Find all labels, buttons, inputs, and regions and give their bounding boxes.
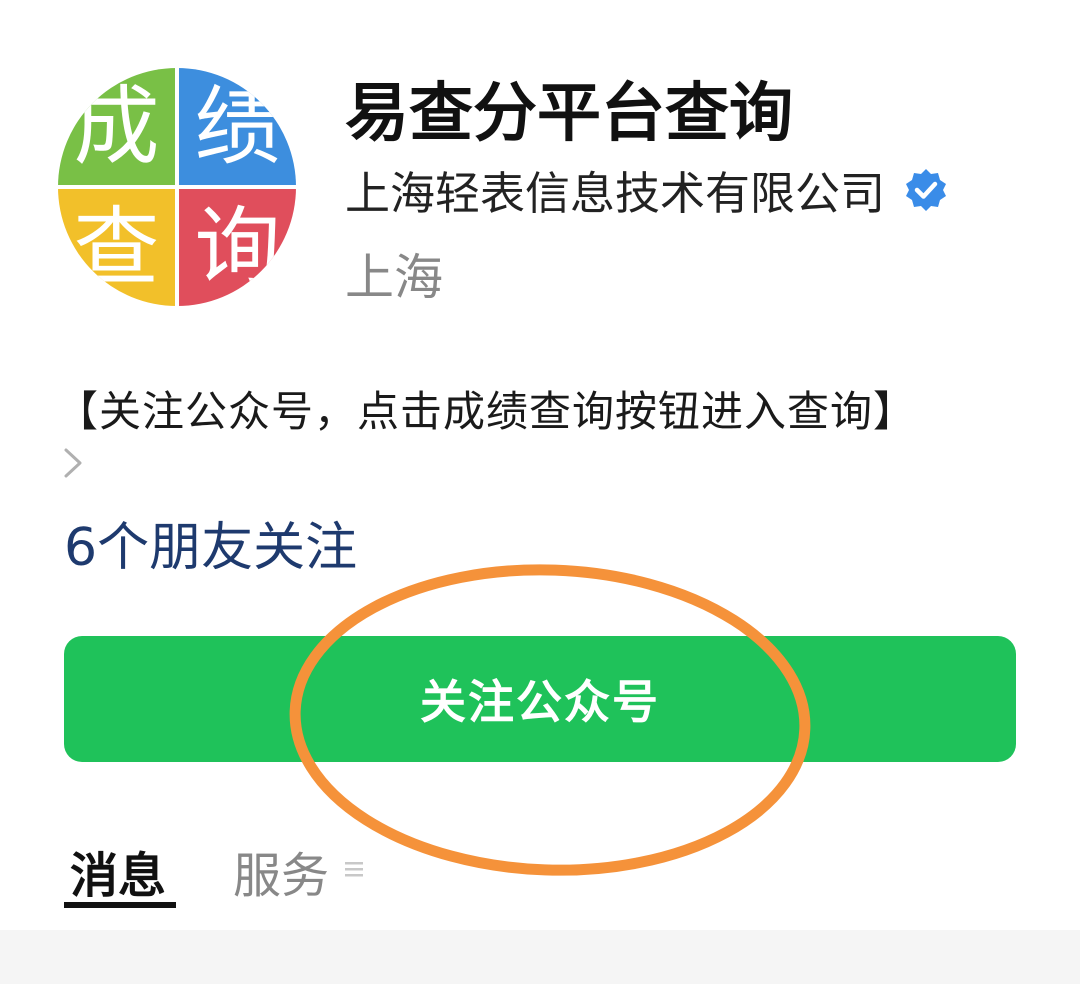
logo-char-2: 绩 (179, 68, 296, 185)
message-area (0, 930, 1080, 984)
active-tab-indicator (64, 902, 176, 908)
logo-char-1: 成 (58, 68, 175, 185)
chevron-right-icon[interactable] (60, 446, 86, 480)
menu-icon[interactable] (343, 858, 365, 880)
friends-following[interactable]: 6个朋友关注 (64, 505, 357, 580)
company-row[interactable]: 上海轻表信息技术有限公司 (345, 157, 949, 222)
company-name[interactable]: 上海轻表信息技术有限公司 (345, 157, 885, 222)
tab-services[interactable]: 服务 (233, 836, 329, 906)
account-avatar: 成 绩 查 询 (58, 68, 296, 306)
logo-char-4: 询 (179, 189, 296, 306)
follow-button[interactable]: 关注公众号 (64, 636, 1016, 762)
verified-badge-icon (906, 168, 947, 211)
logo-char-3: 查 (58, 189, 175, 306)
account-description[interactable]: 【关注公众号，点击成绩查询按钮进入查询】 (56, 378, 916, 439)
account-region: 上海 (345, 249, 444, 306)
account-name: 易查分平台查询 (345, 77, 793, 151)
tab-messages[interactable]: 消息 (70, 836, 166, 906)
